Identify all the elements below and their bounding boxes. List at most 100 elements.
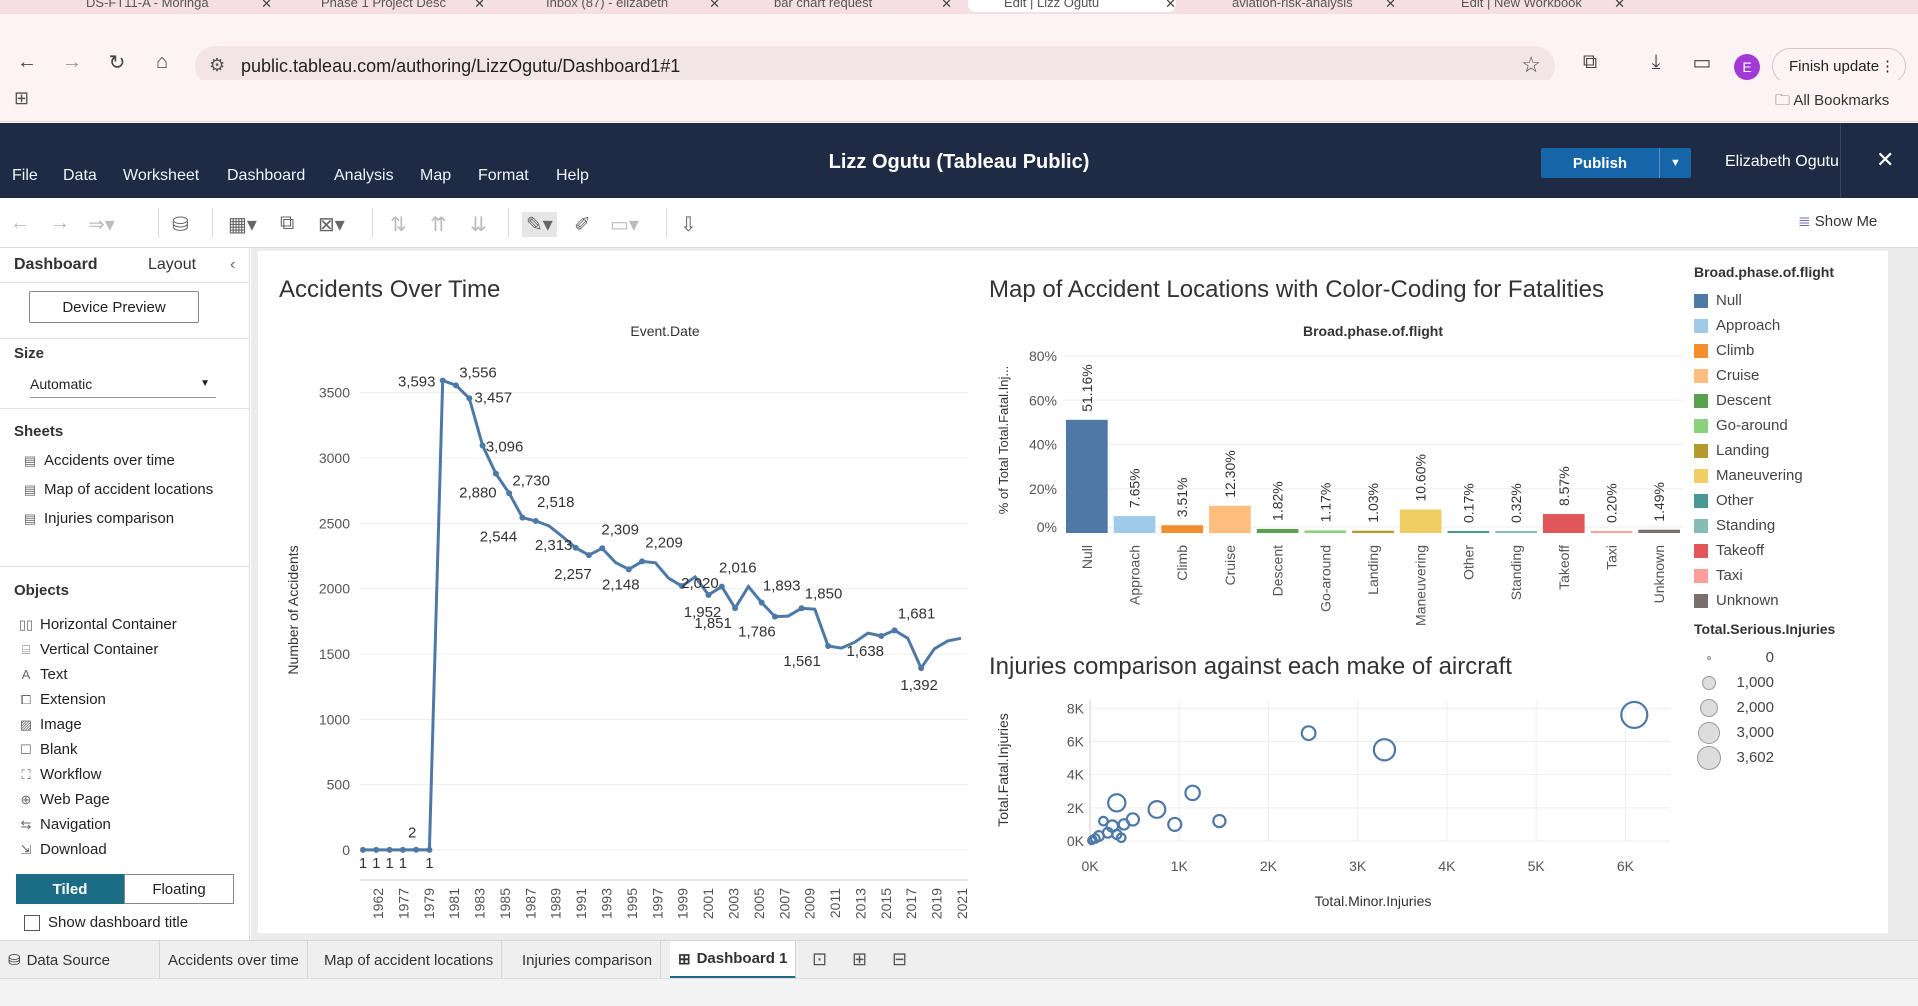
object-navigation[interactable]: ⇆ Navigation xyxy=(18,816,111,833)
download-icon[interactable]: ⤓ xyxy=(1644,50,1668,74)
show-me-button[interactable]: ≣ Show Me xyxy=(1798,212,1877,230)
objects-heading: Objects xyxy=(14,582,70,599)
back-icon[interactable]: ← xyxy=(15,50,39,74)
legend-item[interactable]: Approach xyxy=(1694,313,1894,338)
object-web-page[interactable]: ⊕ Web Page xyxy=(18,791,110,808)
show-dashboard-title-checkbox[interactable]: Show dashboard title xyxy=(24,914,188,931)
reload-icon[interactable]: ↻ xyxy=(105,50,129,74)
divider xyxy=(0,408,250,409)
object-download[interactable]: ⇲ Download xyxy=(18,841,107,858)
new-worksheet-icon[interactable]: ▦▾ xyxy=(228,212,257,237)
new-dashboard-icon[interactable]: ⊞ xyxy=(852,949,867,970)
legend-item[interactable]: Standing xyxy=(1694,513,1894,538)
close-icon[interactable]: ✕ xyxy=(709,0,720,12)
profile-avatar[interactable]: E xyxy=(1734,54,1760,80)
tab-layout[interactable]: Layout xyxy=(148,256,196,274)
legend-item[interactable]: Taxi xyxy=(1694,563,1894,588)
cast-icon[interactable]: ▭ xyxy=(1690,50,1714,74)
tab-dashboard-1[interactable]: ⊞ Dashboard 1 xyxy=(670,941,797,979)
legend-item[interactable]: Landing xyxy=(1694,438,1894,463)
chevron-down-icon[interactable]: ▼ xyxy=(1659,148,1691,178)
close-icon[interactable]: ✕ xyxy=(941,0,952,12)
sheet-item-injuries[interactable]: ▤ Injuries comparison xyxy=(22,510,174,527)
browser-tab[interactable]: Edit | New Workbook ✕ xyxy=(1425,0,1625,12)
object-vertical-container[interactable]: ⌸ Vertical Container xyxy=(18,641,158,658)
forward-icon[interactable]: → xyxy=(60,50,84,74)
new-story-icon[interactable]: ⊟ xyxy=(892,949,907,970)
legend-item[interactable]: Null xyxy=(1694,288,1894,313)
legend-item[interactable]: Climb xyxy=(1694,338,1894,363)
undo-icon[interactable]: ← xyxy=(10,212,30,235)
object-text[interactable]: A Text xyxy=(18,666,68,683)
highlight-icon[interactable]: ✎▾ xyxy=(522,212,557,237)
object-image[interactable]: ▨ Image xyxy=(18,716,82,733)
bookmark-star-icon[interactable]: ☆ xyxy=(1521,52,1541,78)
legend-item[interactable]: Cruise xyxy=(1694,363,1894,388)
legend-item[interactable]: Maneuvering xyxy=(1694,463,1894,488)
sheet-item-label: Map of accident locations xyxy=(44,481,214,498)
redo-icon[interactable]: → xyxy=(50,212,70,235)
dashboard-pane: Dashboard Layout ‹ Device Preview Size A… xyxy=(0,248,250,940)
browser-tab[interactable]: Phase 1 Project Desc ✕ xyxy=(285,0,485,12)
publish-button[interactable]: Publish ▼ xyxy=(1541,148,1691,178)
object-horizontal-container[interactable]: ▯▯ Horizontal Container xyxy=(18,616,177,633)
duplicate-sheet-icon[interactable]: ⧉ xyxy=(280,212,294,235)
sheet-item-map[interactable]: ▤ Map of accident locations xyxy=(22,481,213,498)
browser-tab[interactable]: Inbox (87) - elizabeth ✕ xyxy=(510,0,720,12)
replay-icon[interactable]: ⇒▾ xyxy=(88,212,115,237)
tiled-button[interactable]: Tiled xyxy=(16,874,124,904)
legend-item[interactable]: Descent xyxy=(1694,388,1894,413)
tab-sheet-accidents[interactable]: Accidents over time xyxy=(160,941,308,979)
finish-update-button[interactable]: Finish update ⋮ xyxy=(1772,48,1906,84)
close-icon[interactable]: ✕ xyxy=(1876,147,1894,173)
device-preview-button[interactable]: Device Preview xyxy=(29,291,199,323)
close-icon[interactable]: ✕ xyxy=(474,0,485,12)
browser-tab[interactable]: aviation-risk-analysis ✕ xyxy=(1196,0,1396,12)
download-icon[interactable]: ⇩ xyxy=(680,212,697,237)
browser-tab-active[interactable]: Edit | Lizz Ogutu ✕ xyxy=(968,0,1176,12)
tab-sheet-map[interactable]: Map of accident locations xyxy=(316,941,503,979)
sort-ascending-icon[interactable]: ⇈ xyxy=(430,212,447,237)
all-bookmarks[interactable]: 🗀 All Bookmarks xyxy=(1775,90,1889,115)
tab-dashboard[interactable]: Dashboard xyxy=(14,256,98,274)
size-legend-item: 2,000 xyxy=(1694,695,1894,720)
object-blank[interactable]: ☐ Blank xyxy=(18,741,77,758)
image-icon: ▨ xyxy=(19,716,33,732)
sheet-item-label: Injuries comparison xyxy=(44,510,175,527)
extensions-icon[interactable]: ⧉ xyxy=(1578,50,1602,74)
close-icon[interactable]: ✕ xyxy=(1385,0,1396,12)
annotate-icon[interactable]: ✐ xyxy=(574,212,591,237)
size-legend-item: 3,000 xyxy=(1694,720,1894,745)
checkbox-box[interactable] xyxy=(24,914,40,931)
apps-grid-icon[interactable]: ⊞ xyxy=(14,88,29,109)
tab-sheet-injuries[interactable]: Injuries comparison xyxy=(514,941,662,979)
object-label: Workflow xyxy=(40,766,102,783)
collapse-icon[interactable]: ‹ xyxy=(230,256,235,274)
clear-sheet-icon[interactable]: ⊠▾ xyxy=(318,212,345,237)
new-worksheet-icon[interactable]: ⊡ xyxy=(812,949,827,970)
close-icon[interactable]: ✕ xyxy=(261,0,272,12)
tab-data-source[interactable]: ⛁ Data Source xyxy=(0,941,160,979)
legend-item[interactable]: Go-around xyxy=(1694,413,1894,438)
fit-icon[interactable]: ▭▾ xyxy=(610,212,639,237)
browser-tab[interactable]: DS-FT11-A - Moringa ✕ xyxy=(50,0,272,12)
sheet-item-accidents[interactable]: ▤ Accidents over time xyxy=(22,452,175,469)
new-data-source-icon[interactable]: ⛁ xyxy=(172,212,189,237)
close-icon[interactable]: ✕ xyxy=(1614,0,1625,12)
swap-icon[interactable]: ⇅ xyxy=(390,212,407,237)
browser-tab[interactable]: bar chart request ✕ xyxy=(738,0,952,12)
object-workflow[interactable]: ⛶ Workflow xyxy=(18,766,101,783)
blank-icon: ☐ xyxy=(20,741,32,757)
legend-item[interactable]: Takeoff xyxy=(1694,538,1894,563)
legend-item[interactable]: Other xyxy=(1694,488,1894,513)
home-icon[interactable]: ⌂ xyxy=(150,50,174,74)
floating-button[interactable]: Floating xyxy=(124,874,234,904)
legend-item[interactable]: Unknown xyxy=(1694,588,1894,613)
site-settings-icon[interactable]: ⚙ xyxy=(209,55,225,76)
user-name[interactable]: Elizabeth Ogutu xyxy=(1725,153,1839,171)
sheet-icon: ▤ xyxy=(23,510,37,526)
object-extension[interactable]: ⧠ Extension xyxy=(18,691,106,708)
sort-descending-icon[interactable]: ⇊ xyxy=(470,212,487,237)
close-icon[interactable]: ✕ xyxy=(1165,0,1176,12)
size-dropdown[interactable]: Automatic ▼ xyxy=(30,372,216,398)
